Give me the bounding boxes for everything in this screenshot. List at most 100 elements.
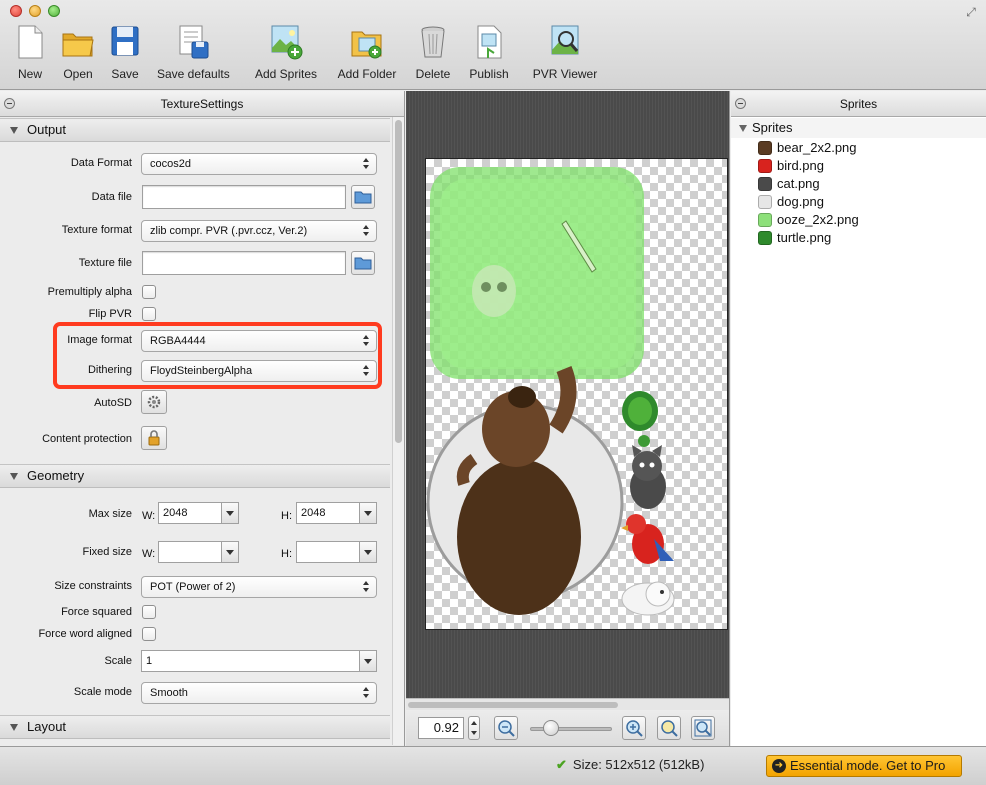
content-protection-button[interactable] <box>141 426 167 450</box>
sprite-list-item[interactable]: ooze_2x2.png <box>758 211 859 229</box>
disclosure-triangle-icon <box>10 724 18 731</box>
zoom-in-button[interactable] <box>622 716 646 740</box>
save-defaults-button[interactable]: Save defaults <box>157 24 230 82</box>
data-file-input[interactable] <box>142 185 346 209</box>
folder-icon <box>354 191 372 204</box>
chevron-down-icon[interactable] <box>359 541 377 563</box>
zoom-fit-button[interactable] <box>691 716 715 740</box>
add-folder-icon <box>351 31 382 59</box>
texture-file-input[interactable] <box>142 251 346 275</box>
select-arrows-icon <box>363 687 370 699</box>
lock-icon <box>148 430 160 446</box>
geometry-section-header[interactable]: Geometry <box>0 464 390 488</box>
ooze-icon <box>758 213 772 227</box>
texture-format-select[interactable]: zlib compr. PVR (.pvr.ccz, Ver.2) <box>141 220 377 242</box>
autosd-button[interactable] <box>141 390 167 414</box>
preview-horizontal-scrollbar[interactable] <box>406 698 729 710</box>
sprite-list-item[interactable]: turtle.png <box>758 229 831 247</box>
zoom-out-button[interactable] <box>494 716 518 740</box>
max-w-label: W: <box>142 510 156 522</box>
scale-mode-label: Scale mode <box>73 686 132 698</box>
force-squared-checkbox[interactable] <box>142 605 156 619</box>
output-section-header[interactable]: Output <box>0 118 390 142</box>
zoom-input[interactable]: 0.92 <box>418 717 464 739</box>
sprite-list-item[interactable]: bear_2x2.png <box>758 139 857 157</box>
force-squared-label: Force squared <box>61 606 132 618</box>
sprites-panel-header: Sprites <box>731 91 986 117</box>
zoom-window-button[interactable] <box>48 5 60 17</box>
open-folder-icon <box>62 33 94 57</box>
arrow-right-circle-icon: ➜ <box>772 759 786 773</box>
trash-can-icon <box>421 26 445 58</box>
add-sprites-button[interactable]: Add Sprites <box>254 24 318 82</box>
disclosure-triangle-icon <box>10 473 18 480</box>
pvr-viewer-icon <box>551 25 579 55</box>
force-word-aligned-checkbox[interactable] <box>142 627 156 641</box>
pvr-viewer-button[interactable]: PVR Viewer <box>532 24 598 82</box>
autosd-label: AutoSD <box>94 397 132 409</box>
zoom-in-icon <box>626 720 643 737</box>
panel-collapse-icon[interactable] <box>4 98 15 109</box>
zoom-actual-size-button[interactable] <box>657 716 681 740</box>
layout-section-header[interactable]: Layout <box>0 715 390 739</box>
zoom-slider-knob[interactable] <box>542 720 559 736</box>
panel-title: Sprites <box>839 97 878 111</box>
ooze-sprite <box>430 167 644 379</box>
scale-combo[interactable]: 1 <box>141 650 377 672</box>
sprite-list-item[interactable]: bird.png <box>758 157 824 175</box>
sprite-sheet-preview <box>426 167 675 616</box>
data-format-label: Data Format <box>70 157 132 169</box>
delete-button[interactable]: Delete <box>414 24 452 82</box>
zoom-fit-icon <box>694 719 712 737</box>
data-file-browse-button[interactable] <box>351 185 375 209</box>
add-folder-button[interactable]: Add Folder <box>336 24 398 82</box>
highlight-annotation <box>53 322 382 389</box>
chevron-down-icon[interactable] <box>221 541 239 563</box>
close-window-button[interactable] <box>10 5 22 17</box>
save-defaults-icon <box>179 25 209 59</box>
max-height-combo[interactable]: 2048 <box>296 502 377 524</box>
size-constraints-select[interactable]: POT (Power of 2) <box>141 576 377 598</box>
select-arrows-icon <box>363 158 370 170</box>
chevron-down-icon[interactable] <box>359 650 377 672</box>
sprite-list-item[interactable]: cat.png <box>758 175 820 193</box>
new-button[interactable]: New <box>14 24 46 82</box>
toolbar: ⤢ New Open Save Save defaults Add Sprite… <box>0 0 986 90</box>
chevron-down-icon[interactable] <box>359 502 377 524</box>
fixed-width-combo[interactable] <box>158 541 239 563</box>
open-button[interactable]: Open <box>60 24 96 82</box>
dog-icon <box>758 195 772 209</box>
settings-scrollbar[interactable] <box>392 117 404 745</box>
fixed-height-combo[interactable] <box>296 541 377 563</box>
flip-pvr-checkbox[interactable] <box>142 307 156 321</box>
force-word-aligned-label: Force word aligned <box>38 628 132 640</box>
status-bar: ✔ Size: 512x512 (512kB) ➜ Essential mode.… <box>0 746 986 785</box>
data-format-select[interactable]: cocos2d <box>141 153 377 175</box>
floppy-disk-icon <box>111 26 139 56</box>
scale-mode-select[interactable]: Smooth <box>141 682 377 704</box>
sprite-list-item[interactable]: dog.png <box>758 193 824 211</box>
publish-button[interactable]: Publish <box>467 24 511 82</box>
texture-size-status: ✔ Size: 512x512 (512kB) <box>556 757 705 772</box>
zoom-stepper[interactable] <box>468 716 480 740</box>
bird-sprite <box>621 514 674 564</box>
texture-canvas[interactable] <box>425 158 728 630</box>
fullscreen-icon[interactable]: ⤢ <box>964 5 978 19</box>
fixed-h-label: H: <box>281 548 292 560</box>
scrollbar-thumb[interactable] <box>408 702 618 708</box>
get-pro-button[interactable]: ➜ Essential mode. Get to Pro <box>766 755 962 777</box>
chevron-down-icon[interactable] <box>221 502 239 524</box>
add-sprites-icon <box>271 25 303 60</box>
texture-file-browse-button[interactable] <box>351 251 375 275</box>
scrollbar-thumb[interactable] <box>395 120 402 443</box>
fixed-w-label: W: <box>142 548 156 560</box>
max-width-combo[interactable]: 2048 <box>158 502 239 524</box>
premultiply-alpha-checkbox[interactable] <box>142 285 156 299</box>
panel-title: TextureSettings <box>160 97 244 111</box>
panel-collapse-icon[interactable] <box>735 98 746 109</box>
minimize-window-button[interactable] <box>29 5 41 17</box>
save-button[interactable]: Save <box>109 24 141 82</box>
bird-icon <box>758 159 772 173</box>
sprites-group-header[interactable]: Sprites <box>731 118 986 138</box>
zoom-actual-icon <box>661 720 678 737</box>
